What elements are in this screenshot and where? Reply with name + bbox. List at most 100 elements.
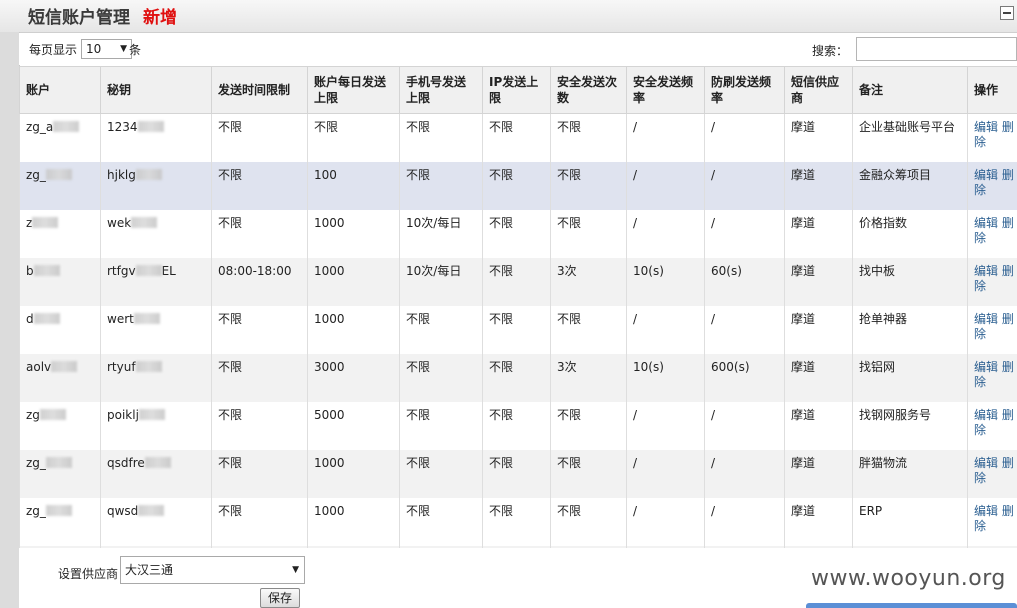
cell-supplier: 摩道 xyxy=(784,354,853,402)
cell-daily-limit-text: 1000 xyxy=(314,456,345,470)
cell-safe-count-text: 不限 xyxy=(557,312,582,326)
cell-anti-rate-text: 60(s) xyxy=(711,264,742,278)
per-page-suffix: 条 xyxy=(129,43,142,57)
cell-daily-limit: 1000 xyxy=(307,258,400,306)
redaction-mask xyxy=(144,457,171,468)
col-header-time-limit[interactable]: 发送时间限制 xyxy=(211,66,308,114)
cell-time-limit-text: 不限 xyxy=(218,408,243,422)
cell-note-text: 胖猫物流 xyxy=(859,456,908,470)
col-header-anti-rate[interactable]: 防刷发送频率 xyxy=(704,66,785,114)
dropdown-arrow-icon: ▼ xyxy=(292,565,299,575)
cell-note: 抢单神器 xyxy=(852,306,968,354)
per-page-select[interactable]: 10 ▼ xyxy=(81,39,132,59)
cell-secret: 1234 xyxy=(100,113,212,162)
cell-daily-limit-text: 1000 xyxy=(314,216,345,230)
cell-supplier-text: 摩道 xyxy=(791,264,816,278)
per-page-label: 每页显示 xyxy=(29,43,78,57)
col-header-secret[interactable]: 秘钥 xyxy=(100,66,212,114)
cell-safe-rate-text: / xyxy=(633,408,638,422)
cell-time-limit-text: 不限 xyxy=(218,456,243,470)
collapse-icon[interactable] xyxy=(1000,6,1014,20)
col-header-supplier[interactable]: 短信供应商 xyxy=(784,66,853,114)
cell-ops: 编辑 删除 xyxy=(967,498,1017,546)
cell-time-limit: 不限 xyxy=(211,354,308,402)
cell-phone-limit-text: 不限 xyxy=(406,456,431,470)
cell-account-text: zg_a xyxy=(26,120,54,134)
cell-ip-limit-text: 不限 xyxy=(489,312,514,326)
col-header-account[interactable]: 账户 xyxy=(19,66,101,114)
cell-time-limit-text: 不限 xyxy=(218,216,243,230)
redaction-mask xyxy=(45,169,72,180)
cell-phone-limit-text: 不限 xyxy=(406,504,431,518)
cell-ip-limit: 不限 xyxy=(482,162,551,210)
supplier-select[interactable]: 大汉三通 ▼ xyxy=(120,556,305,584)
table-row[interactable]: zg_ qwsd 不限 1000 不限 不限 不限 / / 摩道 ERP 编辑 删除 xyxy=(19,498,1017,546)
edit-link[interactable]: 编辑 xyxy=(974,360,998,374)
cell-secret-text: rtyuf xyxy=(107,360,136,374)
redaction-mask xyxy=(138,409,165,420)
table-row[interactable]: d wert 不限 1000 不限 不限 不限 / / 摩道 抢单神器 编辑 删除 xyxy=(19,306,1017,354)
cell-anti-rate: / xyxy=(704,498,785,546)
col-header-safe-rate[interactable]: 安全发送频率 xyxy=(626,66,705,114)
cell-ip-limit: 不限 xyxy=(482,306,551,354)
cell-safe-count-text: 不限 xyxy=(557,168,582,182)
cell-ops: 编辑 删除 xyxy=(967,113,1017,162)
col-header-daily-limit[interactable]: 账户每日发送上限 xyxy=(307,66,400,114)
cell-safe-count: 不限 xyxy=(550,450,627,498)
edit-link[interactable]: 编辑 xyxy=(974,168,998,182)
sms-account-table: 账户 秘钥 发送时间限制 账户每日发送上限 手机号发送上限 IP发送上限 安全发… xyxy=(19,66,1017,594)
cell-anti-rate: 600(s) xyxy=(704,354,785,402)
edit-link[interactable]: 编辑 xyxy=(974,408,998,422)
table-row[interactable]: zg_a 1234 不限 不限 不限 不限 不限 / / 摩道 企业基础账号平台 编辑 删除 xyxy=(19,113,1017,162)
table-row[interactable]: z wek 不限 1000 10次/每日 不限 不限 / / 摩道 价格指数 编辑 删除 xyxy=(19,210,1017,258)
table-row[interactable]: aolv rtyuf 不限 3000 不限 不限 3次 10(s) 600(s) 摩道 找铝网 编辑 … xyxy=(19,354,1017,402)
cell-time-limit: 不限 xyxy=(211,498,308,546)
cell-supplier-text: 摩道 xyxy=(791,312,816,326)
redaction-mask xyxy=(138,505,165,516)
cell-safe-count-text: 3次 xyxy=(557,264,577,278)
cell-supplier-text: 摩道 xyxy=(791,408,816,422)
table-row[interactable]: b rtfgv EL 08:00-18:00 1000 10次/每日 不限 3次 10(s) 60… xyxy=(19,258,1017,306)
cell-safe-rate: / xyxy=(626,113,705,162)
edit-link[interactable]: 编辑 xyxy=(974,264,998,278)
table-row[interactable]: zg poiklj 不限 5000 不限 不限 不限 / / 摩道 找钢网服务号 编辑 删除 xyxy=(19,402,1017,450)
edit-link[interactable]: 编辑 xyxy=(974,312,998,326)
search-input[interactable] xyxy=(856,37,1017,61)
cell-ops: 编辑 删除 xyxy=(967,402,1017,450)
cell-safe-count: 3次 xyxy=(550,354,627,402)
col-header-ip-limit[interactable]: IP发送上限 xyxy=(482,66,551,114)
cell-note-text: 抢单神器 xyxy=(859,312,908,326)
cell-ops: 编辑 删除 xyxy=(967,162,1017,210)
cell-time-limit: 不限 xyxy=(211,113,308,162)
cell-account: zg xyxy=(19,402,101,450)
cell-daily-limit-text: 3000 xyxy=(314,360,345,374)
redaction-mask xyxy=(32,217,59,228)
cell-account: zg_ xyxy=(19,450,101,498)
redaction-mask xyxy=(137,121,164,132)
edit-link[interactable]: 编辑 xyxy=(974,456,998,470)
cell-note: 胖猫物流 xyxy=(852,450,968,498)
cell-ip-limit: 不限 xyxy=(482,498,551,546)
table-row[interactable]: zg_ hjklg 不限 100 不限 不限 不限 / / 摩道 金融众筹项目 编辑 删除 xyxy=(19,162,1017,210)
cell-daily-limit: 3000 xyxy=(307,354,400,402)
edit-link[interactable]: 编辑 xyxy=(974,504,998,518)
cell-phone-limit: 不限 xyxy=(399,113,483,162)
cell-safe-count: 3次 xyxy=(550,258,627,306)
cell-safe-count: 不限 xyxy=(550,113,627,162)
table-row[interactable]: zg_ qsdfre 不限 1000 不限 不限 不限 / / 摩道 胖猫物流 编辑 删除 xyxy=(19,450,1017,498)
cell-note-text: 找铝网 xyxy=(859,360,896,374)
cell-account: zg_ xyxy=(19,498,101,546)
cell-ip-limit: 不限 xyxy=(482,402,551,450)
cell-secret-text: rtfgv xyxy=(107,264,136,278)
col-header-phone-limit[interactable]: 手机号发送上限 xyxy=(399,66,483,114)
col-header-safe-count[interactable]: 安全发送次数 xyxy=(550,66,627,114)
cell-anti-rate-text: / xyxy=(711,456,716,470)
col-header-note[interactable]: 备注 xyxy=(852,66,968,114)
cell-safe-count: 不限 xyxy=(550,162,627,210)
add-new-link[interactable]: 新增 xyxy=(143,3,177,28)
edit-link[interactable]: 编辑 xyxy=(974,120,998,134)
edit-link[interactable]: 编辑 xyxy=(974,216,998,230)
table-toolbar: 每页显示 10 ▼ 条 搜索： xyxy=(19,33,1017,65)
cell-account-text: zg_ xyxy=(26,168,46,182)
save-button[interactable]: 保存 xyxy=(260,588,300,608)
